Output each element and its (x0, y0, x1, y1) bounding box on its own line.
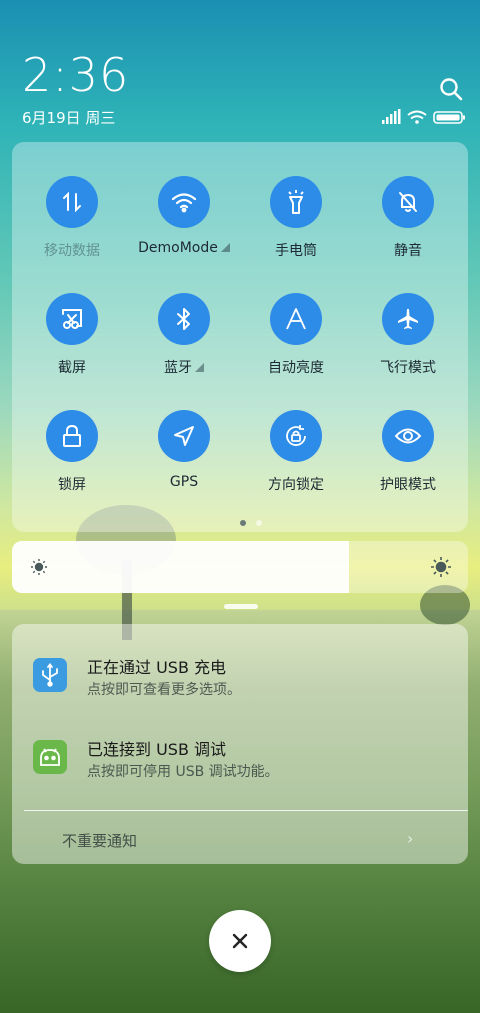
notification-title: 已连接到 USB 调试 (87, 740, 227, 759)
clear-notifications-button[interactable] (209, 910, 271, 972)
tile-rotation-lock[interactable]: 方向锁定 (240, 410, 352, 510)
notification-body: 点按即可停用 USB 调试功能。 (87, 764, 279, 780)
tile-screenshot[interactable]: 截屏 (16, 293, 128, 393)
clock: 2:36 (22, 48, 130, 102)
tile-label: DemoMode (128, 240, 240, 256)
chevron-right-icon: › (407, 829, 414, 848)
notification-usb-debugging[interactable]: 已连接到 USB 调试 点按即可停用 USB 调试功能。 (12, 730, 468, 790)
quick-settings-panel: 移动数据 DemoMode 手电筒 静音 截屏 蓝牙 自动亮度 飞行模式 锁屏 … (12, 142, 468, 532)
notification-title: 正在通过 USB 充电 (87, 658, 227, 677)
screenshot-icon (46, 293, 98, 345)
tile-label: GPS (169, 474, 199, 490)
brightness-fill (12, 541, 350, 593)
bluetooth-icon (158, 293, 210, 345)
flashlight-icon (270, 176, 322, 228)
tile-label: 静音 (394, 243, 422, 259)
tile-label: 护眼模式 (380, 477, 436, 493)
battery-icon (433, 111, 465, 124)
wifi-icon (158, 176, 210, 228)
rotation-lock-icon (270, 410, 322, 462)
notification-panel: 正在通过 USB 充电 点按即可查看更多选项。 已连接到 USB 调试 点按即可… (12, 624, 468, 864)
tile-wifi[interactable]: DemoMode (128, 176, 240, 276)
date: 6月19日 周三 (22, 109, 116, 127)
wifi-status-icon (407, 110, 427, 124)
tile-mute[interactable]: 静音 (352, 176, 464, 276)
tile-label: 方向锁定 (268, 477, 324, 493)
tile-bluetooth[interactable]: 蓝牙 (128, 293, 240, 393)
brightness-slider[interactable] (12, 541, 468, 593)
usb-icon (33, 658, 67, 692)
drag-handle[interactable] (224, 604, 258, 609)
close-icon (232, 933, 248, 949)
tile-airplane[interactable]: 飞行模式 (352, 293, 464, 393)
notification-usb-charging[interactable]: 正在通过 USB 充电 点按即可查看更多选项。 (12, 648, 468, 708)
search-icon[interactable] (438, 76, 464, 102)
tile-lock-screen[interactable]: 锁屏 (16, 410, 128, 510)
lock-icon (46, 410, 98, 462)
tile-label: 移动数据 (44, 243, 100, 259)
status-icons (382, 109, 466, 125)
brightness-low-icon (30, 558, 48, 580)
page-dot-active (240, 520, 246, 526)
expand-triangle-icon (195, 363, 204, 372)
mobile-data-icon (46, 176, 98, 228)
tile-label: 手电筒 (275, 243, 317, 259)
tile-label: 飞行模式 (380, 360, 436, 376)
tile-eye-care[interactable]: 护眼模式 (352, 410, 464, 510)
airplane-icon (382, 293, 434, 345)
eye-icon (382, 410, 434, 462)
unimportant-notifications-link[interactable]: 不重要通知 (62, 830, 137, 851)
tile-gps[interactable]: GPS (128, 410, 240, 510)
tile-label: 蓝牙 (128, 357, 240, 377)
android-icon (33, 740, 67, 774)
tile-mobile-data[interactable]: 移动数据 (16, 176, 128, 276)
divider (24, 810, 468, 811)
notification-body: 点按即可查看更多选项。 (87, 682, 241, 698)
page-indicator (238, 520, 268, 528)
brightness-high-icon (430, 556, 452, 582)
signal-icon (382, 109, 401, 124)
page-dot (256, 520, 262, 526)
tile-auto-brightness[interactable]: 自动亮度 (240, 293, 352, 393)
tile-label: 自动亮度 (268, 360, 324, 376)
gps-icon (158, 410, 210, 462)
mute-bell-icon (382, 176, 434, 228)
tile-label: 锁屏 (58, 477, 86, 493)
auto-brightness-icon (270, 293, 322, 345)
tile-label: 截屏 (58, 360, 86, 376)
expand-triangle-icon (220, 243, 230, 252)
tile-flashlight[interactable]: 手电筒 (240, 176, 352, 276)
